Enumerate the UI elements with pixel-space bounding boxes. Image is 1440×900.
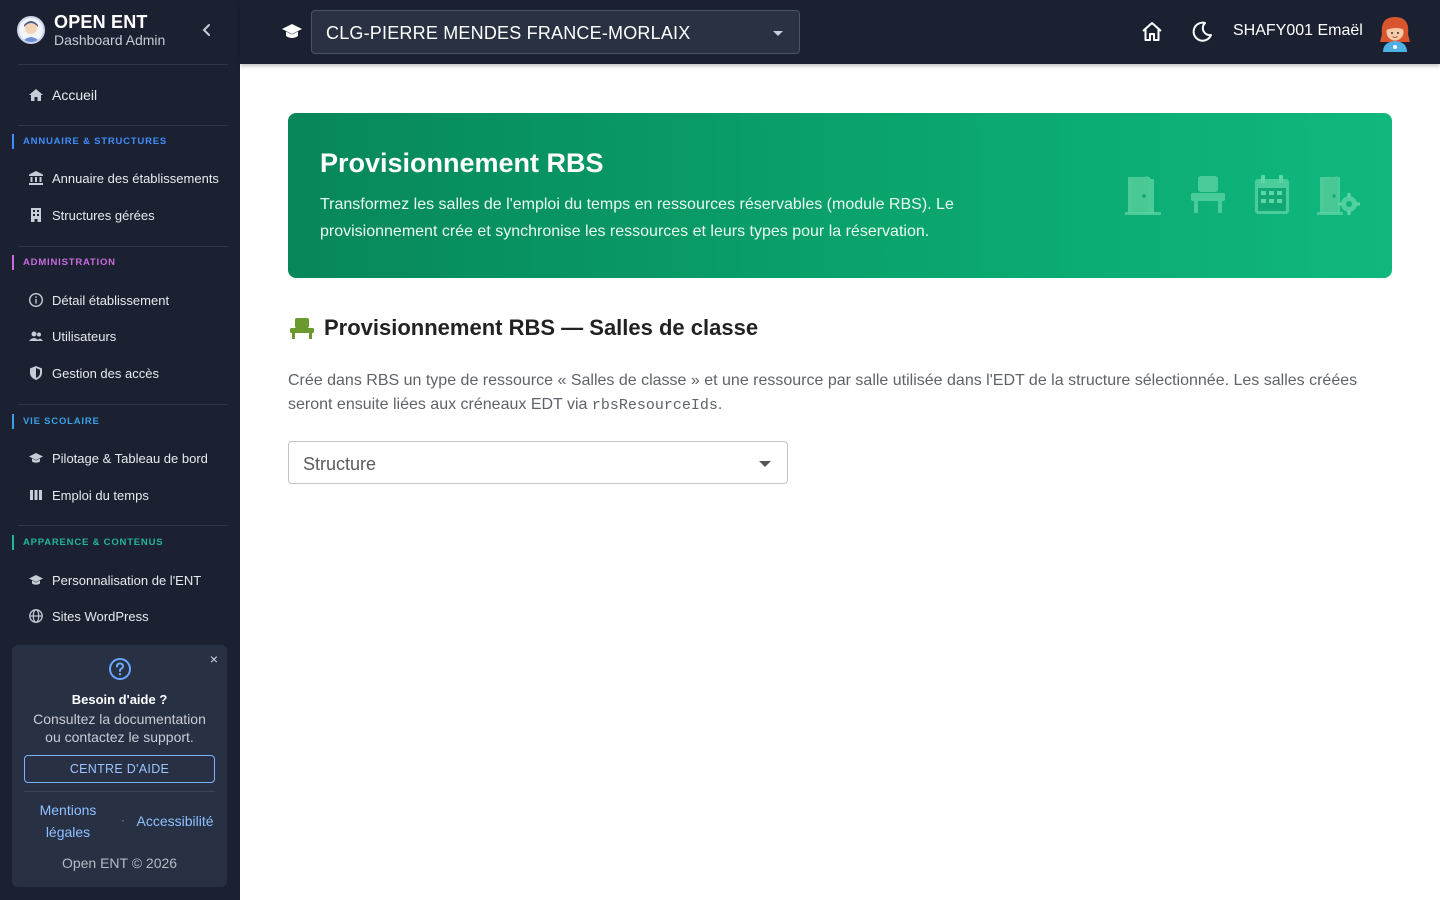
sidebar-item-label: Personnalisation de l'ENT bbox=[52, 572, 202, 588]
divider bbox=[18, 246, 228, 247]
info-icon bbox=[28, 292, 44, 308]
sidebar-item-sites-wordpress[interactable]: Sites WordPress bbox=[28, 605, 224, 627]
sidebar-item-personnalisation[interactable]: Personnalisation de l'ENT bbox=[28, 569, 224, 591]
collapse-sidebar-button[interactable] bbox=[198, 20, 216, 40]
description-end: . bbox=[717, 396, 723, 413]
divider bbox=[18, 125, 228, 126]
divider bbox=[18, 64, 228, 65]
home-icon bbox=[1142, 22, 1162, 41]
help-title: Besoin d'aide ? bbox=[71, 692, 168, 707]
section-vie-scolaire: VIE SCOLAIRE bbox=[12, 414, 100, 429]
sidebar-item-pilotage[interactable]: Pilotage & Tableau de bord bbox=[28, 447, 224, 469]
sidebar-item-structures[interactable]: Structures gérées bbox=[28, 204, 224, 226]
divider bbox=[18, 404, 228, 405]
graduation-cap-icon bbox=[28, 572, 44, 588]
sidebar-item-emploi-du-temps[interactable]: Emploi du temps bbox=[28, 484, 224, 506]
sidebar-item-label: Utilisateurs bbox=[52, 328, 117, 344]
code-term: rbsResourceIds bbox=[591, 397, 718, 414]
section-title: Provisionnement RBS — Salles de classe bbox=[324, 315, 759, 340]
copyright: Open ENT © 2026 bbox=[61, 855, 178, 871]
institution-icon bbox=[28, 170, 44, 186]
close-icon[interactable]: × bbox=[210, 651, 218, 667]
sidebar-item-gestion-acces[interactable]: Gestion des accès bbox=[28, 362, 224, 384]
section-administration: ADMINISTRATION bbox=[12, 255, 116, 270]
avatar[interactable] bbox=[1377, 14, 1413, 52]
sidebar-item-label: Pilotage & Tableau de bord bbox=[52, 450, 208, 466]
dark-mode-toggle[interactable] bbox=[1190, 20, 1214, 44]
sidebar: OPEN ENT Dashboard Admin Accueil ANNUAIR… bbox=[0, 0, 240, 900]
accessibility-link[interactable]: Accessibilité bbox=[132, 810, 218, 832]
building-icon bbox=[28, 207, 44, 223]
sidebar-item-label: Emploi du temps bbox=[52, 487, 149, 503]
section-apparence: APPARENCE & CONTENUS bbox=[12, 535, 163, 550]
columns-icon bbox=[28, 487, 44, 503]
sidebar-item-label: Sites WordPress bbox=[52, 608, 149, 624]
brand-logo bbox=[17, 16, 45, 44]
sidebar-item-label: Accueil bbox=[52, 87, 98, 103]
home-icon bbox=[28, 87, 44, 103]
sidebar-item-label: Gestion des accès bbox=[52, 365, 159, 381]
user-name[interactable]: SHAFY001 Emaël bbox=[1233, 22, 1363, 40]
door-gear-icon bbox=[1317, 176, 1360, 215]
caret-down-icon bbox=[773, 31, 783, 36]
structure-select[interactable]: Structure bbox=[288, 441, 788, 484]
graduation-cap-icon bbox=[28, 450, 44, 466]
school-select-value: CLG-PIERRE MENDES FRANCE-MORLAIX bbox=[326, 23, 691, 43]
section-annuaire: ANNUAIRE & STRUCTURES bbox=[12, 134, 167, 149]
users-icon bbox=[28, 328, 44, 344]
page-banner: Provisionnement RBS Transformez les sall… bbox=[288, 113, 1392, 278]
brand-title: OPEN ENT bbox=[54, 12, 148, 32]
globe-icon bbox=[28, 608, 44, 624]
help-text: Consultez la documentation ou contactez … bbox=[33, 711, 206, 745]
seat-icon bbox=[289, 317, 315, 339]
moon-icon bbox=[1192, 21, 1212, 42]
home-button[interactable] bbox=[1140, 20, 1164, 44]
page-title: Provisionnement RBS bbox=[320, 148, 604, 178]
seat-icon bbox=[1191, 176, 1225, 213]
sidebar-item-label: Détail établissement bbox=[52, 292, 170, 308]
help-card: × Besoin d'aide ? Consultez la documenta… bbox=[12, 645, 227, 887]
caret-down-icon bbox=[759, 461, 771, 467]
sidebar-item-detail-etablissement[interactable]: Détail établissement bbox=[28, 289, 224, 311]
chevron-left-icon bbox=[202, 24, 210, 36]
topbar: CLG-PIERRE MENDES FRANCE-MORLAIX SHAFY00… bbox=[240, 0, 1440, 64]
sidebar-item-utilisateurs[interactable]: Utilisateurs bbox=[28, 325, 224, 347]
banner-illustration bbox=[1124, 173, 1364, 217]
door-icon bbox=[1125, 176, 1161, 215]
divider bbox=[18, 525, 228, 526]
structure-select-placeholder: Structure bbox=[303, 454, 377, 474]
brand-subtitle: Dashboard Admin bbox=[54, 32, 166, 48]
shield-icon bbox=[28, 365, 44, 381]
sidebar-item-label: Structures gérées bbox=[52, 207, 155, 223]
sidebar-item-accueil[interactable]: Accueil bbox=[28, 84, 224, 106]
graduation-cap-icon bbox=[281, 22, 303, 42]
help-circle-icon bbox=[108, 657, 132, 681]
section-description: Crée dans RBS un type de ressource « Sal… bbox=[288, 369, 1392, 418]
help-center-button[interactable]: CENTRE D'AIDE bbox=[24, 755, 215, 783]
brand: OPEN ENT Dashboard Admin bbox=[0, 0, 240, 64]
calendar-icon bbox=[1255, 175, 1289, 214]
school-select[interactable]: CLG-PIERRE MENDES FRANCE-MORLAIX bbox=[311, 10, 800, 54]
banner-description: Transformez les salles de l'emploi du te… bbox=[320, 196, 954, 240]
sidebar-item-label: Annuaire des établissements bbox=[52, 170, 219, 186]
divider bbox=[24, 791, 215, 792]
legal-notice-link[interactable]: Mentions légales bbox=[32, 799, 104, 843]
sidebar-item-annuaire[interactable]: Annuaire des établissements bbox=[28, 167, 224, 189]
description-text: Crée dans RBS un type de ressource « Sal… bbox=[288, 372, 1358, 413]
link-separator: · bbox=[121, 813, 125, 827]
